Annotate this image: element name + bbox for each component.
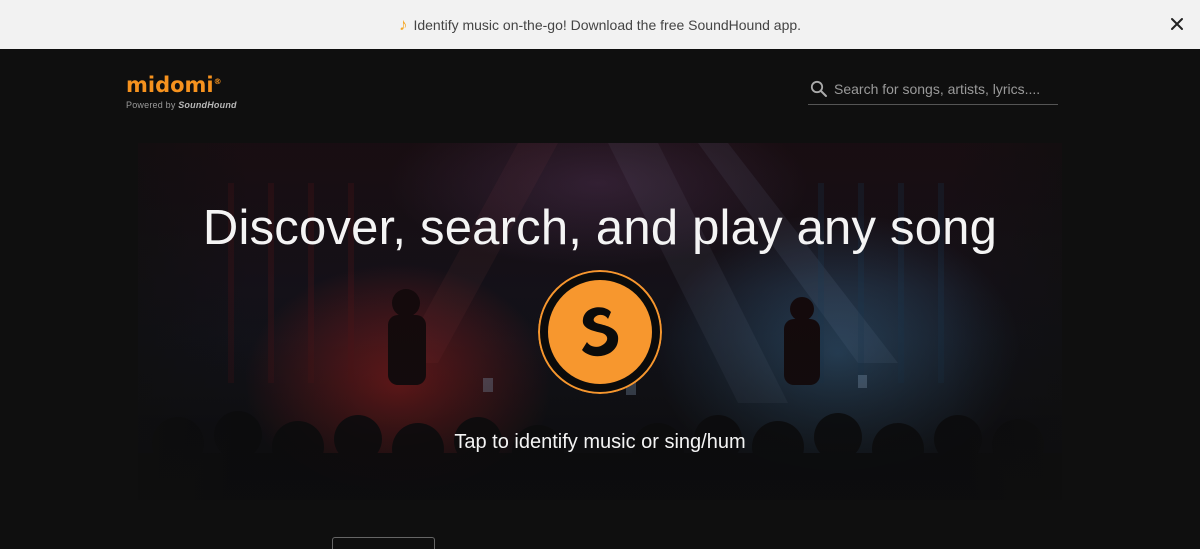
midomi-logo[interactable]: midomi® Powered by SoundHound <box>126 70 246 114</box>
app-download-banner: ♪ Identify music on-the-go! Download the… <box>0 0 1200 49</box>
tap-to-identify-text: Tap to identify music or sing/hum <box>454 431 746 453</box>
banner-text: Identify music on-the-go! Download the f… <box>413 16 802 33</box>
site-header: midomi® Powered by SoundHound <box>0 49 1200 139</box>
search-icon[interactable] <box>810 80 828 98</box>
music-note-icon: ♪ <box>398 15 408 34</box>
powered-by-text: Powered by SoundHound <box>126 100 237 110</box>
hero-title: Discover, search, and play any song <box>202 201 998 255</box>
soundhound-listen-button[interactable] <box>538 270 662 394</box>
search-bar <box>808 73 1058 105</box>
search-input[interactable] <box>834 80 1050 97</box>
logo-wordmark: midomi® <box>126 73 222 97</box>
close-icon[interactable] <box>1168 15 1186 33</box>
bottom-button-edge[interactable] <box>332 537 435 549</box>
